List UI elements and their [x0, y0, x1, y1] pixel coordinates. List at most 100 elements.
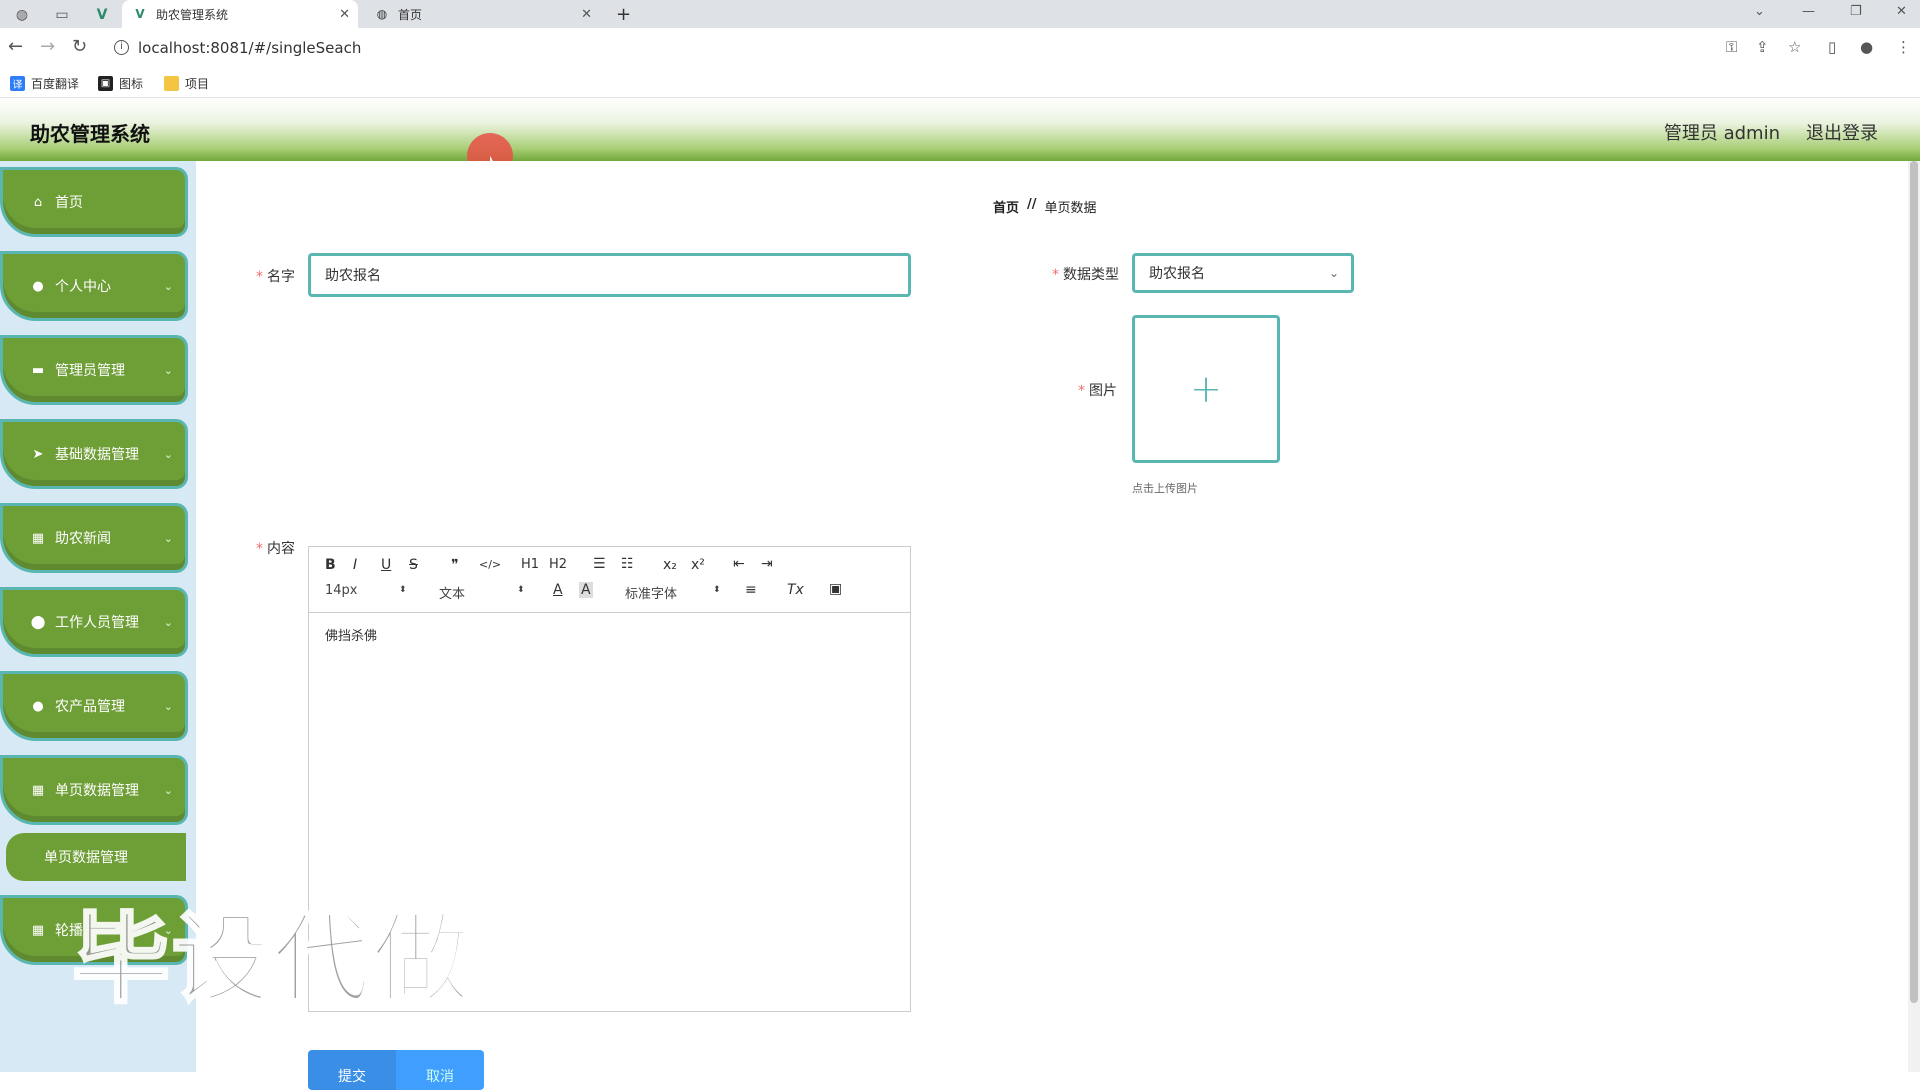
superscript-icon[interactable]: x²	[691, 557, 705, 573]
underline-icon[interactable]: U	[381, 557, 391, 573]
required-mark: *	[256, 269, 263, 285]
header-select[interactable]: 文本 ⬍	[439, 583, 525, 602]
sidebar-item-personal-center[interactable]: ● 个人中心 ⌄	[0, 251, 188, 321]
font-color-icon[interactable]: A	[553, 582, 563, 598]
url-bar[interactable]: i localhost:8081/#/singleSeach	[104, 32, 1744, 64]
bookmarks-bar: 译 百度翻译 ▣ 图标 项目	[0, 68, 1920, 98]
data-type-select[interactable]: 助农报名 ⌄	[1132, 253, 1354, 293]
minimize-icon[interactable]: —	[1802, 4, 1815, 19]
chevron-down-icon: ⌄	[163, 699, 173, 713]
key-icon[interactable]: ⚿	[1726, 38, 1737, 56]
restore-icon[interactable]: ❐	[1850, 4, 1862, 19]
type-label-text: 数据类型	[1063, 267, 1119, 283]
chevron-down-icon: ⌄	[163, 363, 173, 377]
sidebar-item-single-page[interactable]: ▦ 单页数据管理 ⌄	[0, 755, 188, 825]
logout-link[interactable]: 退出登录	[1806, 119, 1878, 145]
select-arrows-icon: ⬍	[517, 585, 525, 595]
cancel-button[interactable]: 取消	[396, 1050, 484, 1090]
bullet-list-icon[interactable]: ☷	[621, 556, 634, 572]
blank-tab-icon[interactable]: ▭	[48, 4, 76, 26]
align-icon[interactable]: ≡	[745, 582, 757, 598]
sidebar-item-label: 基础数据管理	[55, 447, 139, 463]
bookmark-label: 百度翻译	[31, 77, 80, 91]
outdent-icon[interactable]: ⇤	[733, 556, 745, 572]
ticket-icon: ▬	[31, 362, 45, 378]
strike-icon[interactable]: S	[409, 557, 418, 573]
tab-home[interactable]: ◍ 首页 ✕	[364, 0, 600, 28]
plus-icon: +	[1190, 367, 1222, 411]
breadcrumb-current: 单页数据	[1044, 201, 1097, 216]
font-size-select[interactable]: 14px ⬍	[325, 583, 407, 598]
sidebar-item-staff[interactable]: ⬤ 工作人员管理 ⌄	[0, 587, 188, 657]
close-window-icon[interactable]: ✕	[1896, 4, 1907, 19]
image-icon[interactable]: ▣	[829, 581, 842, 597]
sidebar-item-label: 工作人员管理	[55, 615, 139, 631]
bold-icon[interactable]: B	[325, 557, 336, 573]
chevron-down-icon: ⌄	[163, 279, 173, 293]
user-icon: ●	[32, 698, 44, 714]
tab-active[interactable]: V 助农管理系统 ✕	[122, 0, 358, 28]
bookmark-baidu-translate[interactable]: 译 百度翻译	[10, 75, 79, 92]
grid-icon: ▦	[31, 530, 45, 546]
new-tab-button[interactable]: +	[606, 0, 642, 28]
bookmark-icons[interactable]: ▣ 图标	[98, 75, 143, 92]
breadcrumb: 首页 // 单页数据	[993, 197, 1097, 216]
sidebar-item-admin-management[interactable]: ▬ 管理员管理 ⌄	[0, 335, 188, 405]
editor-content[interactable]: 佛挡杀佛	[325, 625, 377, 644]
scrollbar-thumb[interactable]	[1910, 161, 1918, 1003]
ordered-list-icon[interactable]: ☰	[593, 556, 606, 572]
sidepanel-icon[interactable]: ▯	[1828, 38, 1836, 56]
sidebar-item-label: 单页数据管理	[55, 783, 139, 799]
sidebar-item-basic-data[interactable]: ➤ 基础数据管理 ⌄	[0, 419, 188, 489]
location-icon: ⬤	[30, 614, 46, 630]
close-icon[interactable]: ✕	[339, 7, 350, 22]
breadcrumb-separator: //	[1027, 197, 1037, 212]
sidebar-item-home[interactable]: ⌂ 首页	[0, 167, 188, 237]
subscript-icon[interactable]: x₂	[663, 557, 677, 573]
required-mark: *	[256, 541, 263, 557]
menu-icon[interactable]: ⋮	[1896, 38, 1911, 56]
forward-icon[interactable]: →	[40, 36, 55, 57]
sidebar-item-label: 个人中心	[55, 279, 111, 295]
back-icon[interactable]: ←	[8, 36, 23, 57]
grid-icon: ▦	[31, 922, 45, 938]
header2-icon[interactable]: H2	[549, 557, 567, 572]
scrollbar[interactable]	[1908, 161, 1920, 1072]
star-icon[interactable]: ☆	[1788, 38, 1801, 56]
chevron-down-icon[interactable]: ⌄	[1754, 4, 1765, 19]
submit-button[interactable]: 提交	[308, 1050, 396, 1090]
name-label-text: 名字	[267, 269, 295, 285]
chevron-down-icon: ⌄	[163, 615, 173, 629]
sidebar-subitem-single-page-management[interactable]: 单页数据管理	[6, 833, 186, 881]
select-arrows-icon: ⬍	[399, 585, 407, 595]
info-icon[interactable]: i	[114, 40, 129, 55]
italic-icon[interactable]: I	[353, 557, 357, 573]
background-color-icon[interactable]: A	[579, 582, 593, 598]
font-family-select[interactable]: 标准字体 ⬍	[625, 583, 721, 602]
vue-icon[interactable]: V	[88, 4, 116, 26]
profile-icon[interactable]: ●	[1860, 38, 1873, 56]
indent-icon[interactable]: ⇥	[761, 556, 773, 572]
folder-icon	[164, 76, 179, 91]
image-upload-box[interactable]: +	[1132, 315, 1280, 463]
clear-format-icon[interactable]: Tx	[787, 582, 804, 598]
blockquote-icon[interactable]: ❞	[451, 557, 459, 573]
bookmark-project[interactable]: 项目	[164, 75, 209, 92]
send-icon: ➤	[32, 446, 44, 462]
header1-icon[interactable]: H1	[521, 557, 539, 572]
breadcrumb-home[interactable]: 首页	[993, 197, 1019, 216]
font-size-value: 14px	[325, 583, 358, 598]
sidebar-item-news[interactable]: ▦ 助农新闻 ⌄	[0, 503, 188, 573]
sidebar-subitem-label: 单页数据管理	[44, 850, 128, 866]
globe-icon[interactable]: ◍	[8, 4, 36, 26]
share-icon[interactable]: ⇪	[1756, 38, 1769, 56]
close-icon[interactable]: ✕	[581, 7, 592, 22]
reload-icon[interactable]: ↻	[72, 36, 87, 57]
code-block-icon[interactable]: </>	[479, 558, 501, 571]
translate-icon: 译	[10, 76, 25, 91]
name-input[interactable]	[308, 253, 911, 297]
tab-title: 首页	[398, 7, 423, 22]
select-arrows-icon: ⬍	[713, 585, 721, 595]
required-mark: *	[1052, 267, 1059, 283]
sidebar-item-products[interactable]: ● 农产品管理 ⌄	[0, 671, 188, 741]
